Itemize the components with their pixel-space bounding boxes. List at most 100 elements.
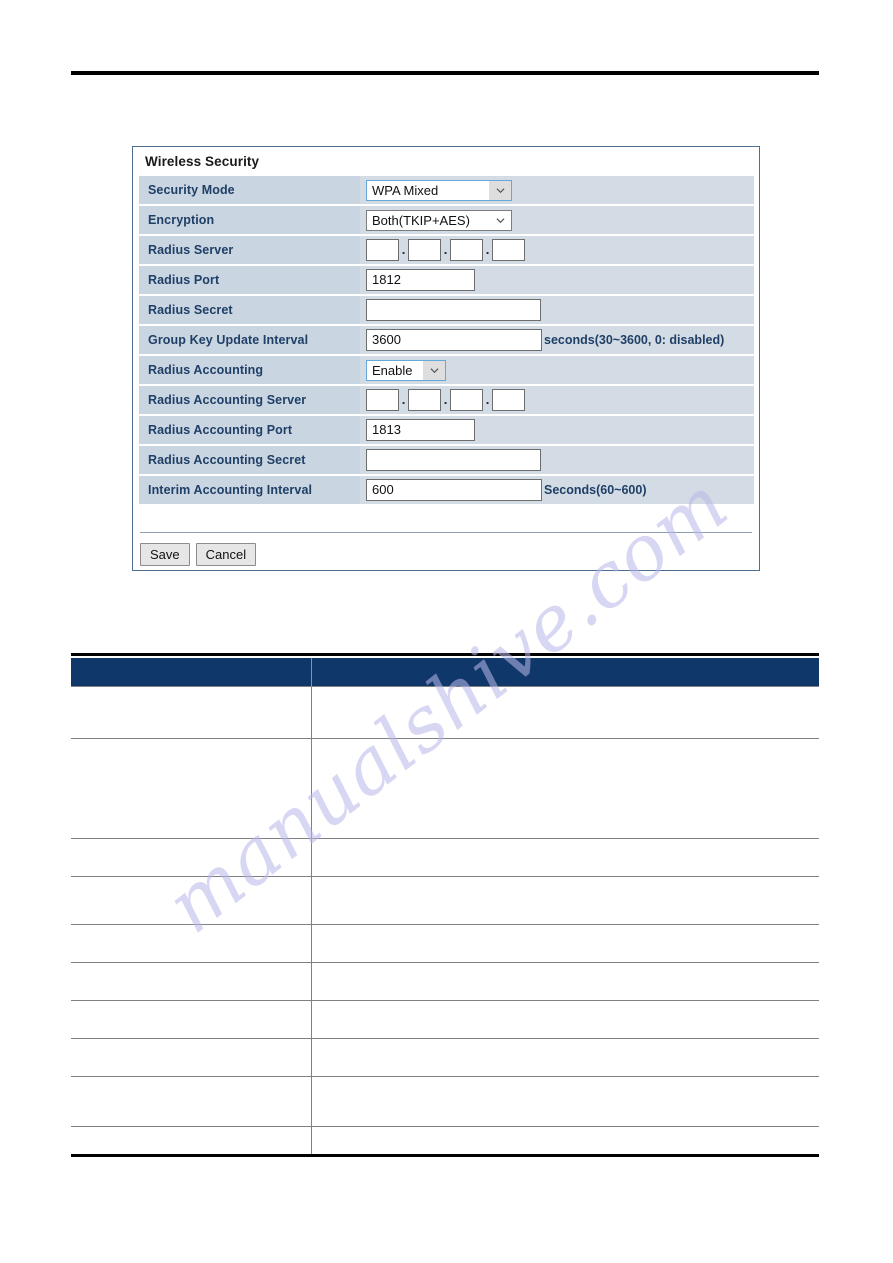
value-interim-accounting-interval: 600 Seconds(60~600) (360, 476, 754, 504)
page-header-rule (71, 71, 819, 75)
table-row (71, 1126, 819, 1157)
table-row (71, 876, 819, 925)
label-group-key-update-interval: Group Key Update Interval (139, 326, 360, 354)
value-group-key-update-interval: 3600 seconds(30~3600, 0: disabled) (360, 326, 754, 354)
ip-separator: . (485, 392, 490, 407)
table-cell-description (310, 924, 819, 963)
ip-separator: . (485, 242, 490, 257)
ip-separator: . (401, 242, 406, 257)
table-cell-term (71, 838, 311, 877)
table-cell-term (71, 1126, 311, 1157)
value-security-mode: WPA Mixed (360, 176, 754, 204)
radius-server-octet-3[interactable] (450, 239, 483, 261)
form-row-radius-secret: Radius Secret (139, 296, 754, 324)
radius-accounting-select[interactable]: Enable (366, 359, 446, 381)
label-radius-accounting-port: Radius Accounting Port (139, 416, 360, 444)
radius-port-input[interactable]: 1812 (366, 269, 475, 291)
table-header-row (71, 658, 819, 687)
value-radius-accounting-port: 1813 (360, 416, 754, 444)
table-cell-term (71, 738, 311, 839)
form-row-radius-accounting: Radius Accounting Enable (139, 356, 754, 384)
table-top-rule (71, 653, 819, 656)
wireless-security-form: Security Mode WPA Mixed Encryption Both(… (139, 176, 754, 506)
table-cell-description (310, 1038, 819, 1077)
radius-server-octet-4[interactable] (492, 239, 525, 261)
table-header-description (310, 658, 819, 687)
security-mode-select[interactable]: WPA Mixed (366, 179, 512, 201)
radius-accounting-server-octet-1[interactable] (366, 389, 399, 411)
label-security-mode: Security Mode (139, 176, 360, 204)
table-row (71, 838, 819, 877)
label-radius-accounting-server: Radius Accounting Server (139, 386, 360, 414)
value-radius-accounting-secret (360, 446, 754, 474)
chevron-down-icon (489, 180, 511, 200)
specification-table (71, 653, 819, 1157)
label-radius-port: Radius Port (139, 266, 360, 294)
radius-accounting-server-ip-group: . . . (366, 389, 525, 411)
form-row-radius-accounting-secret: Radius Accounting Secret (139, 446, 754, 474)
label-encryption: Encryption (139, 206, 360, 234)
panel-title: Wireless Security (145, 154, 260, 169)
table-cell-description (310, 1126, 819, 1157)
table-header-term (71, 658, 311, 687)
spec-table-element (71, 658, 819, 1157)
encryption-select[interactable]: Both(TKIP+AES) (366, 209, 512, 231)
table-row (71, 738, 819, 839)
form-row-radius-server: Radius Server . . . (139, 236, 754, 264)
table-row (71, 1038, 819, 1077)
table-cell-term (71, 1038, 311, 1077)
label-radius-server: Radius Server (139, 236, 360, 264)
radius-accounting-server-octet-2[interactable] (408, 389, 441, 411)
ip-separator: . (401, 392, 406, 407)
value-encryption: Both(TKIP+AES) (360, 206, 754, 234)
form-row-radius-port: Radius Port 1812 (139, 266, 754, 294)
cancel-button[interactable]: Cancel (195, 543, 257, 566)
security-mode-value: WPA Mixed (372, 182, 439, 198)
form-row-security-mode: Security Mode WPA Mixed (139, 176, 754, 204)
form-row-radius-accounting-server: Radius Accounting Server . . . (139, 386, 754, 414)
interim-accounting-interval-hint: Seconds(60~600) (544, 483, 647, 497)
radius-server-octet-2[interactable] (408, 239, 441, 261)
ip-separator: . (443, 392, 448, 407)
table-row (71, 1000, 819, 1039)
radius-accounting-value: Enable (372, 362, 413, 378)
table-cell-term (71, 1000, 311, 1039)
table-cell-description (310, 738, 819, 839)
chevron-down-icon (489, 211, 511, 230)
table-cell-description (310, 1076, 819, 1127)
form-row-interim-accounting-interval: Interim Accounting Interval 600 Seconds(… (139, 476, 754, 504)
value-radius-accounting: Enable (360, 356, 754, 384)
table-cell-term (71, 924, 311, 963)
radius-accounting-secret-input[interactable] (366, 449, 541, 471)
radius-server-ip-group: . . . (366, 239, 525, 261)
value-radius-secret (360, 296, 754, 324)
label-radius-secret: Radius Secret (139, 296, 360, 324)
value-radius-accounting-server: . . . (360, 386, 754, 414)
radius-accounting-port-input[interactable]: 1813 (366, 419, 475, 441)
radius-accounting-server-octet-4[interactable] (492, 389, 525, 411)
radius-secret-input[interactable] (366, 299, 541, 321)
radius-server-octet-1[interactable] (366, 239, 399, 261)
table-cell-term (71, 876, 311, 925)
group-key-update-interval-input[interactable]: 3600 (366, 329, 542, 351)
table-body (71, 686, 819, 1157)
form-row-group-key-update-interval: Group Key Update Interval 3600 seconds(3… (139, 326, 754, 354)
table-cell-description (310, 686, 819, 739)
wireless-security-panel: Wireless Security Security Mode WPA Mixe… (132, 146, 760, 571)
label-radius-accounting-secret: Radius Accounting Secret (139, 446, 360, 474)
table-cell-description (310, 962, 819, 1001)
table-row (71, 962, 819, 1001)
ip-separator: . (443, 242, 448, 257)
table-cell-description (310, 838, 819, 877)
form-actions: Save Cancel (140, 543, 257, 566)
save-button[interactable]: Save (140, 543, 190, 566)
table-cell-description (310, 1000, 819, 1039)
table-cell-description (310, 876, 819, 925)
form-divider (140, 532, 752, 533)
radius-accounting-server-octet-3[interactable] (450, 389, 483, 411)
label-radius-accounting: Radius Accounting (139, 356, 360, 384)
encryption-value: Both(TKIP+AES) (372, 212, 470, 228)
interim-accounting-interval-input[interactable]: 600 (366, 479, 542, 501)
table-row (71, 1076, 819, 1127)
table-cell-term (71, 686, 311, 739)
